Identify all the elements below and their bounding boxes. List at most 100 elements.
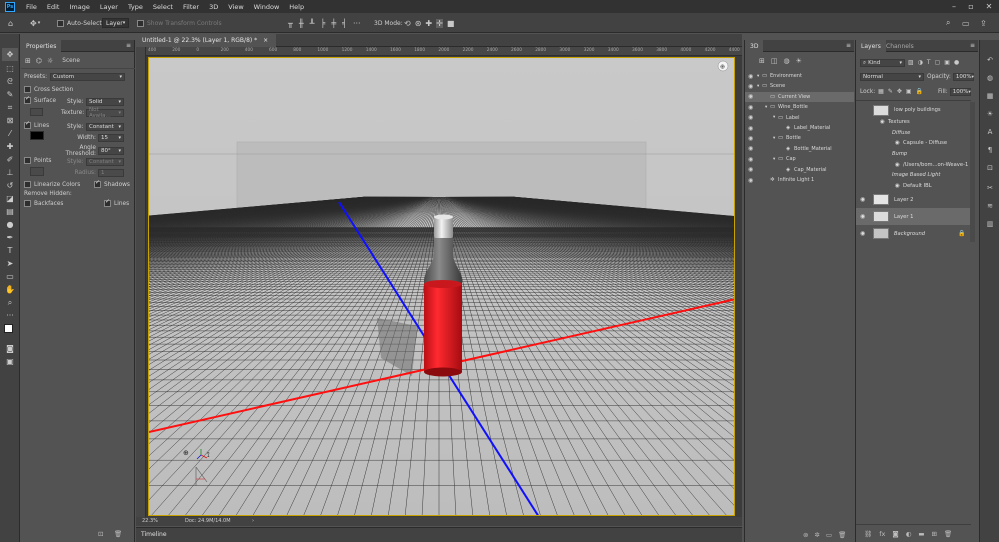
menu-window[interactable]: Window bbox=[249, 3, 285, 11]
more-options-icon[interactable]: ··· bbox=[353, 19, 361, 28]
angle-threshold-input[interactable]: 80° ▾ bbox=[98, 147, 124, 155]
add-light-icon[interactable]: ✲ bbox=[814, 531, 819, 539]
light-icon[interactable]: ☼ bbox=[47, 57, 53, 65]
brush-tool-icon[interactable]: ✐ bbox=[2, 153, 18, 166]
filter-meshes-icon[interactable]: ◫ bbox=[771, 57, 778, 65]
align-hcenter-icon[interactable]: ╪ bbox=[331, 19, 336, 28]
filter-scene-icon[interactable]: ⊞ bbox=[759, 57, 765, 65]
filter-pixel-icon[interactable]: ▨ bbox=[908, 59, 914, 66]
layer-style-icon[interactable]: fx bbox=[879, 530, 885, 538]
panel-footer-icon[interactable]: ⊡ bbox=[98, 530, 103, 538]
3d-mode-icons[interactable]: ⟲ ⊛ ✚ ✛ ■ bbox=[404, 18, 454, 28]
pan-icon[interactable]: ✚ bbox=[425, 19, 432, 28]
points-style-dropdown[interactable]: Constant ▾ bbox=[86, 158, 124, 166]
scene-tree-item[interactable]: ◉ ◈ Cap_Material bbox=[745, 165, 854, 175]
marquee-tool-icon[interactable]: ⬚ bbox=[2, 62, 18, 75]
filter-type-icon[interactable]: T bbox=[927, 59, 931, 66]
eraser-tool-icon[interactable]: ◪ bbox=[2, 192, 18, 205]
sublayer-eye-icon[interactable]: ◉ bbox=[895, 183, 900, 189]
move-tool-icon[interactable]: ✥ bbox=[2, 48, 18, 61]
panel-menu-icon[interactable]: ≡ bbox=[126, 42, 131, 49]
libraries-icon[interactable]: ▥ bbox=[984, 218, 996, 230]
zoom-level[interactable]: 22.3% bbox=[142, 518, 158, 524]
scene-tree-item[interactable]: ◉ ◈ Bottle_Material bbox=[745, 144, 854, 154]
crop-tool-icon[interactable]: ⌗ bbox=[2, 101, 18, 114]
menu-image[interactable]: Image bbox=[64, 3, 94, 11]
history-icon[interactable]: ↶ bbox=[984, 54, 996, 66]
presets-dropdown[interactable]: Custom ▾ bbox=[50, 73, 125, 81]
surface-checkbox[interactable]: Surface bbox=[24, 97, 56, 104]
lines-color-swatch[interactable] bbox=[30, 131, 44, 140]
delete-layer-icon[interactable]: 🗑 bbox=[944, 530, 952, 538]
share-icon[interactable]: ⇪ bbox=[980, 18, 987, 28]
frame-tool-icon[interactable]: ⊠ bbox=[2, 114, 18, 127]
lock-artboard-icon[interactable]: ▣ bbox=[906, 88, 912, 95]
scene-tree-item[interactable]: ◉ ▾ ▭ Label bbox=[745, 113, 854, 123]
sublayer-eye-icon[interactable]: ◉ bbox=[880, 119, 885, 125]
menu-select[interactable]: Select bbox=[148, 3, 178, 11]
layer-row[interactable]: ◉ Layer 2 bbox=[856, 191, 971, 208]
doc-info[interactable]: Doc: 24.9M/14.0M bbox=[185, 518, 231, 524]
fill-input[interactable]: 100% ▾ bbox=[949, 88, 971, 96]
gradient-tool-icon[interactable]: ▤ bbox=[2, 205, 18, 218]
link-layers-icon[interactable]: ⛓ bbox=[864, 530, 872, 538]
filter-lights-icon[interactable]: ☀ bbox=[796, 57, 802, 65]
menu-help[interactable]: Help bbox=[284, 3, 309, 11]
maximize-icon[interactable]: ▫ bbox=[963, 0, 979, 13]
roll-icon[interactable]: ⊛ bbox=[415, 19, 422, 28]
foreground-color-swatch[interactable] bbox=[4, 324, 13, 333]
scene-tree-item[interactable]: ◉ ▾ ▭ Wine_Bottle bbox=[745, 102, 854, 112]
adjustment-layer-icon[interactable]: ◐ bbox=[906, 530, 912, 538]
cross-section-checkbox[interactable]: Cross Section bbox=[24, 86, 73, 93]
visibility-eye-icon[interactable]: ◉ bbox=[748, 156, 753, 163]
orbit-icon[interactable]: ⟲ bbox=[404, 19, 411, 28]
layer-visibility-icon[interactable]: ◉ bbox=[860, 196, 865, 203]
delete-icon[interactable]: 🗑 bbox=[114, 530, 122, 538]
layer-row[interactable]: Bump bbox=[856, 149, 971, 160]
visibility-eye-icon[interactable]: ◉ bbox=[748, 125, 753, 132]
layer-row[interactable]: ◉ Background 🔒 bbox=[856, 225, 971, 242]
show-transform-checkbox[interactable]: Show Transform Controls bbox=[137, 18, 222, 28]
paragraph-icon[interactable]: ¶ bbox=[984, 144, 996, 156]
align-icons[interactable]: ╥ ╫ ╨ ╞ ╪ ╡ ··· bbox=[288, 18, 361, 28]
filter-materials-icon[interactable]: ◍ bbox=[784, 57, 790, 65]
eyedropper-tool-icon[interactable]: ⁄ bbox=[2, 127, 18, 140]
align-top-icon[interactable]: ╥ bbox=[288, 19, 293, 28]
scene-tree-item[interactable]: ◉ ▾ ▭ Cap bbox=[745, 154, 854, 164]
more-tools-icon[interactable]: ··· bbox=[2, 309, 18, 322]
lock-all-icon[interactable]: 🔒 bbox=[916, 88, 923, 95]
surface-style-dropdown[interactable]: Solid ▾ bbox=[86, 98, 124, 106]
remove-hidden-lines-checkbox[interactable]: Lines bbox=[104, 200, 129, 207]
workspace-icon[interactable]: ▭ bbox=[962, 18, 970, 28]
3d-panel-tab[interactable]: 3D bbox=[745, 40, 764, 52]
visibility-eye-icon[interactable]: ◉ bbox=[748, 135, 753, 142]
auto-select-checkbox[interactable]: Auto-Select: bbox=[57, 18, 104, 28]
width-input[interactable]: 15 ▾ bbox=[98, 134, 124, 142]
layer-row[interactable]: Textures ◉ bbox=[856, 117, 971, 128]
pen-tool-icon[interactable]: ✒ bbox=[2, 231, 18, 244]
filter-smart-icon[interactable]: ▣ bbox=[944, 59, 950, 66]
visibility-eye-icon[interactable]: ◉ bbox=[748, 83, 753, 90]
layer-visibility-icon[interactable]: ◉ bbox=[860, 213, 865, 220]
backfaces-checkbox[interactable]: Backfaces bbox=[24, 200, 63, 207]
stamp-tool-icon[interactable]: ⊥ bbox=[2, 166, 18, 179]
opacity-input[interactable]: 100% ▾ bbox=[952, 73, 974, 81]
search-icon[interactable]: ⌕ bbox=[946, 18, 950, 28]
layer-row[interactable]: Capsule - Diffuse ◉ bbox=[856, 138, 971, 149]
filter-shape-icon[interactable]: ▢ bbox=[935, 59, 941, 66]
scale-icon[interactable]: ■ bbox=[447, 19, 455, 28]
layers-scrollbar[interactable] bbox=[970, 102, 975, 242]
swatches-icon[interactable]: ▦ bbox=[984, 90, 996, 102]
home-icon[interactable]: ⌂ bbox=[8, 18, 13, 28]
expand-arrow-icon[interactable]: ▾ bbox=[773, 136, 775, 141]
add-mask-icon[interactable]: ◙ bbox=[892, 530, 898, 538]
texture-dropdown[interactable]: Not Availa... ▾ bbox=[86, 107, 124, 119]
radius-input[interactable]: 1 bbox=[98, 169, 124, 177]
new-layer-icon[interactable]: ⊞ bbox=[932, 530, 937, 538]
visibility-eye-icon[interactable]: ◉ bbox=[748, 166, 753, 173]
expand-arrow-icon[interactable]: ▾ bbox=[773, 115, 775, 120]
visibility-eye-icon[interactable]: ◉ bbox=[748, 177, 753, 184]
layer-row[interactable]: Image Based Light bbox=[856, 170, 971, 181]
auto-select-dropdown[interactable]: Layer ▾ bbox=[102, 18, 129, 28]
menu-filter[interactable]: Filter bbox=[178, 3, 204, 11]
